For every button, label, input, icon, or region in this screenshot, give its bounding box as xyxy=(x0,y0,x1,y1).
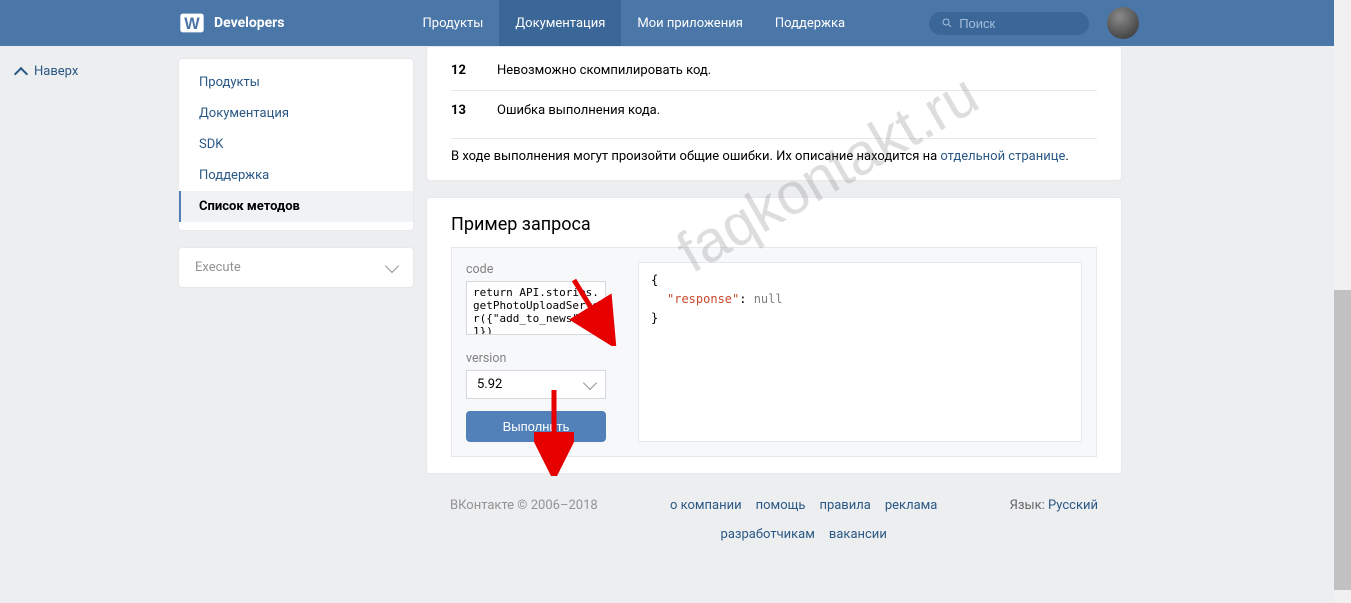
error-num: 13 xyxy=(451,103,475,118)
error-text: Невозможно скомпилировать код. xyxy=(497,63,711,78)
footer-rules[interactable]: правила xyxy=(819,498,870,513)
brand-text: Developers xyxy=(214,15,285,31)
version-value: 5.92 xyxy=(477,377,502,392)
lang-value[interactable]: Русский xyxy=(1048,498,1098,513)
nav-products[interactable]: Продукты xyxy=(407,0,500,46)
execute-button[interactable]: Выполнить xyxy=(466,411,606,442)
scrollbar-up-arrow[interactable] xyxy=(1334,0,1351,16)
error-row: 12 Невозможно скомпилировать код. xyxy=(451,63,1097,90)
left-pane: Наверх xyxy=(0,46,178,574)
page-scrollbar[interactable] xyxy=(1334,0,1351,603)
topnav: Продукты Документация Мои приложения Под… xyxy=(407,0,862,46)
sidebar-item-sdk[interactable]: SDK xyxy=(179,129,413,160)
sidebar-item-methods[interactable]: Список методов xyxy=(179,191,413,222)
sidebar-item-support[interactable]: Поддержка xyxy=(179,160,413,191)
error-row: 13 Ошибка выполнения кода. xyxy=(451,90,1097,130)
chevron-down-icon xyxy=(583,375,597,389)
search-input[interactable] xyxy=(959,16,1077,31)
version-select[interactable]: 5.92 xyxy=(466,370,606,399)
error-num: 12 xyxy=(451,63,475,78)
chevron-down-icon xyxy=(385,258,399,272)
search-icon xyxy=(941,16,953,30)
footer-devs[interactable]: разработчикам xyxy=(721,527,815,542)
example-title: Пример запроса xyxy=(451,214,1097,235)
back-label: Наверх xyxy=(34,64,78,79)
code-textarea[interactable] xyxy=(466,281,606,335)
footer-help[interactable]: помощь xyxy=(756,498,806,513)
logo[interactable]: W Developers xyxy=(178,9,285,37)
footer-jobs[interactable]: вакансии xyxy=(829,527,887,542)
svg-text:W: W xyxy=(184,15,200,33)
result-value: null xyxy=(754,292,783,306)
nav-support[interactable]: Поддержка xyxy=(759,0,861,46)
errors-link[interactable]: отдельной странице xyxy=(940,149,1065,164)
copyright: ВКонтакте © 2006–2018 xyxy=(450,498,598,542)
footer-about[interactable]: о компании xyxy=(670,498,742,513)
example-card: Пример запроса code version 5.92 Выпол xyxy=(426,197,1122,474)
sidebar-item-products[interactable]: Продукты xyxy=(179,67,413,98)
scrollbar-thumb[interactable] xyxy=(1334,290,1351,590)
lang-chooser[interactable]: Язык: Русский xyxy=(1010,498,1098,542)
footer: ВКонтакте © 2006–2018 о компании помощь … xyxy=(426,490,1122,558)
execute-dropdown[interactable]: Execute xyxy=(178,247,414,288)
back-to-top[interactable]: Наверх xyxy=(8,58,170,85)
nav-docs[interactable]: Документация xyxy=(499,0,621,46)
sidebar-nav: Продукты Документация SDK Поддержка Спис… xyxy=(178,58,414,231)
code-label: code xyxy=(466,262,622,277)
error-text: Ошибка выполнения кода. xyxy=(497,103,660,118)
footer-ads[interactable]: реклама xyxy=(885,498,938,513)
search-box[interactable] xyxy=(929,12,1089,35)
nav-apps[interactable]: Мои приложения xyxy=(621,0,758,46)
errors-card: 12 Невозможно скомпилировать код. 13 Оши… xyxy=(426,46,1122,181)
avatar[interactable] xyxy=(1107,7,1139,39)
vk-logo-icon: W xyxy=(178,9,206,37)
execute-label: Execute xyxy=(195,260,241,275)
result-key: "response" xyxy=(667,292,739,306)
sidebar-item-docs[interactable]: Документация xyxy=(179,98,413,129)
result-pane: { "response": null } xyxy=(638,262,1082,442)
topbar: W Developers Продукты Документация Мои п… xyxy=(0,0,1351,46)
request-layout: code version 5.92 Выполнить { xyxy=(451,247,1097,457)
chevron-up-icon xyxy=(14,66,28,80)
errors-note: В ходе выполнения могут произойти общие … xyxy=(451,138,1097,164)
version-label: version xyxy=(466,351,622,366)
